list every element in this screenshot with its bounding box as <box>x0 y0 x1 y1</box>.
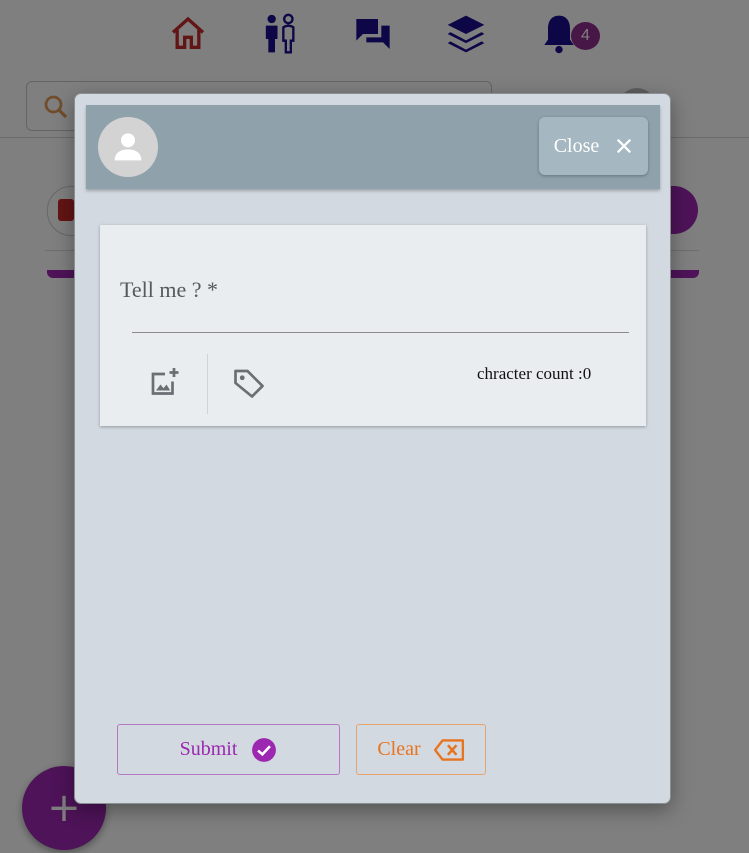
clear-button[interactable]: Clear <box>356 724 486 775</box>
tag-icon[interactable] <box>229 363 269 403</box>
post-text-field[interactable]: Tell me ? * <box>120 277 218 303</box>
user-avatar-icon <box>98 117 158 177</box>
dialog-header: Close <box>86 105 660 189</box>
submit-label: Submit <box>179 738 238 760</box>
toolbar-divider <box>207 354 208 414</box>
post-input-card: Tell me ? * chracter count :0 <box>100 225 646 426</box>
clear-label: Clear <box>377 738 421 760</box>
check-circle-icon <box>252 737 277 762</box>
field-underline <box>132 332 629 333</box>
close-label: Close <box>553 134 600 157</box>
submit-button[interactable]: Submit <box>117 724 340 775</box>
character-count: chracter count :0 <box>477 364 592 383</box>
create-post-dialog: Close Tell me ? * chracter count :0 Subm… <box>74 93 671 804</box>
close-button[interactable]: Close <box>539 117 648 175</box>
backspace-icon <box>433 738 464 761</box>
close-icon <box>617 138 632 154</box>
add-image-icon[interactable] <box>145 363 185 403</box>
